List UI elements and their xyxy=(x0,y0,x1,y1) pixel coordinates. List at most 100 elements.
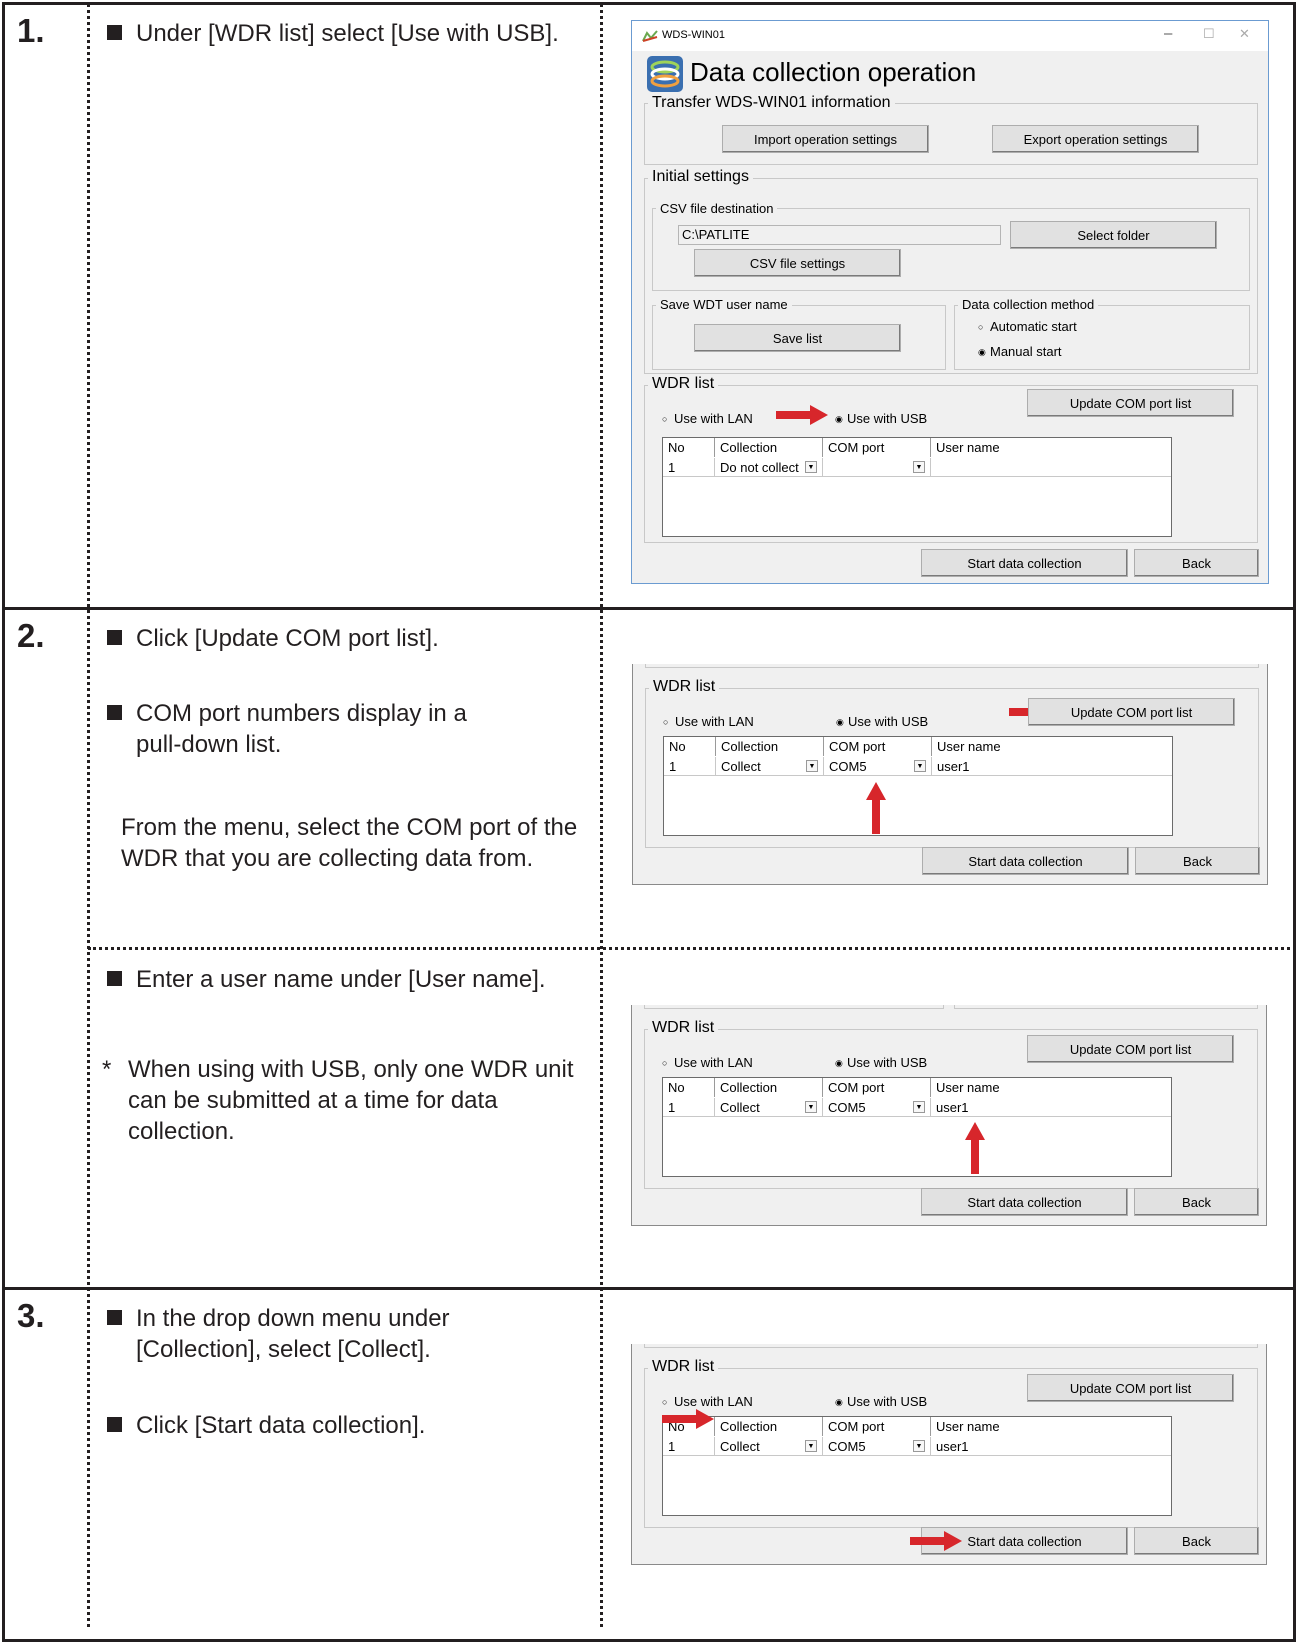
use-with-lan-radio[interactable]: ○ Use with LAN xyxy=(662,411,753,426)
wdr-table[interactable]: No Collection COM port User name 1 Colle… xyxy=(663,736,1173,836)
update-com-port-button[interactable]: Update COM port list xyxy=(1028,698,1235,726)
col-header-com-port: COM port xyxy=(823,438,931,457)
wdr-table[interactable]: No Collection COM port User name 1 Colle… xyxy=(662,1077,1172,1177)
bullet-square-icon xyxy=(107,25,122,40)
close-icon[interactable]: ✕ xyxy=(1239,26,1250,42)
col-header-com-port: COM port xyxy=(823,1078,931,1097)
col-header-collection: Collection xyxy=(715,438,823,457)
cell-user-name[interactable]: user1 xyxy=(931,1098,1171,1117)
use-with-usb-radio[interactable]: ◉ Use with USB xyxy=(835,1055,927,1070)
dropdown-arrow-icon[interactable]: ▼ xyxy=(913,461,925,473)
radio-off-icon: ○ xyxy=(662,1058,668,1068)
update-com-port-button[interactable]: Update COM port list xyxy=(1027,1035,1234,1063)
export-settings-button[interactable]: Export operation settings xyxy=(992,125,1199,153)
initial-settings-label: Initial settings xyxy=(648,168,753,186)
use-with-usb-radio[interactable]: ◉ Use with USB xyxy=(836,714,928,729)
dropdown-arrow-icon[interactable]: ▼ xyxy=(805,1101,817,1113)
radio-on-icon: ◉ xyxy=(978,347,986,357)
maximize-icon[interactable]: ☐ xyxy=(1203,26,1215,42)
method-group xyxy=(954,305,1250,370)
start-data-collection-button[interactable]: Start data collection xyxy=(922,847,1129,875)
radio-on-icon: ◉ xyxy=(835,1397,843,1407)
dropdown-arrow-icon[interactable]: ▼ xyxy=(913,1440,925,1452)
radio-on-icon: ◉ xyxy=(836,717,844,727)
cell-user-name[interactable]: user1 xyxy=(931,1437,1171,1456)
method-label: Data collection method xyxy=(958,297,1099,312)
wdr-table[interactable]: No Collection COM port User name 1 Colle… xyxy=(662,1416,1172,1516)
red-arrow-right-icon xyxy=(776,405,828,425)
back-button[interactable]: Back xyxy=(1134,549,1259,577)
step1-instruction: Under [WDR list] select [Use with USB]. xyxy=(107,18,562,49)
cell-com-port[interactable]: COM5 ▼ xyxy=(824,757,932,776)
update-com-port-button[interactable]: Update COM port list xyxy=(1027,1374,1234,1402)
cell-collection[interactable]: Collect ▼ xyxy=(716,757,824,776)
radio-off-icon: ○ xyxy=(663,717,669,727)
step-number-3: 3. xyxy=(17,1297,45,1334)
col-header-user-name: User name xyxy=(937,739,1001,754)
footnote-asterisk: * xyxy=(102,1056,112,1083)
use-with-usb-radio[interactable]: ◉ Use with USB xyxy=(835,1394,927,1409)
col-header-user-name: User name xyxy=(936,1419,1000,1434)
back-button[interactable]: Back xyxy=(1134,1188,1259,1216)
cell-user-name[interactable]: user1 xyxy=(932,757,1172,776)
title-bar: WDS-WIN01 – ☐ ✕ xyxy=(632,21,1268,51)
radio-off-icon: ○ xyxy=(978,322,984,332)
start-data-collection-button[interactable]: Start data collection xyxy=(921,549,1128,577)
dropdown-arrow-icon[interactable]: ▼ xyxy=(913,1101,925,1113)
update-com-port-button[interactable]: Update COM port list xyxy=(1027,389,1234,417)
dropdown-arrow-icon[interactable]: ▼ xyxy=(805,1440,817,1452)
dropdown-arrow-icon[interactable]: ▼ xyxy=(806,760,818,772)
select-folder-button[interactable]: Select folder xyxy=(1010,221,1217,249)
automatic-start-radio[interactable]: ○ Automatic start xyxy=(978,319,1077,334)
cell-user-name[interactable] xyxy=(931,458,1171,477)
cell-com-port[interactable]: ▼ xyxy=(823,458,931,477)
dropdown-arrow-icon[interactable]: ▼ xyxy=(805,461,817,473)
dialog-heading: Data collection operation xyxy=(690,57,977,87)
use-with-lan-radio[interactable]: ○ Use with LAN xyxy=(662,1055,753,1070)
cell-no: 1 xyxy=(663,1437,715,1456)
bullet-square-icon xyxy=(107,630,122,645)
bullet-square-icon xyxy=(107,705,122,720)
col-header-collection: Collection xyxy=(716,737,824,756)
subsection-divider xyxy=(88,947,1296,950)
use-with-lan-radio[interactable]: ○ Use with LAN xyxy=(663,714,754,729)
cell-collection[interactable]: Collect ▼ xyxy=(715,1437,823,1456)
radio-on-icon: ◉ xyxy=(835,414,843,424)
cell-collection[interactable]: Do not collect ▼ xyxy=(715,458,823,477)
cell-collection[interactable]: Collect ▼ xyxy=(715,1098,823,1117)
back-button[interactable]: Back xyxy=(1134,1527,1259,1555)
import-settings-button[interactable]: Import operation settings xyxy=(722,125,929,153)
red-arrow-up-icon xyxy=(866,782,886,834)
red-arrow-right-icon xyxy=(662,1409,714,1429)
manual-start-radio[interactable]: ◉ Manual start xyxy=(978,344,1062,359)
col-header-com-port: COM port xyxy=(823,1417,931,1436)
cell-com-port[interactable]: COM5 ▼ xyxy=(823,1098,931,1117)
wdr-table[interactable]: No Collection COM port User name 1 Do no… xyxy=(662,437,1172,537)
csv-file-settings-button[interactable]: CSV file settings xyxy=(694,249,901,277)
cell-com-port[interactable]: COM5 ▼ xyxy=(823,1437,931,1456)
use-with-usb-radio[interactable]: ◉ Use with USB xyxy=(835,411,927,426)
section-divider-1 xyxy=(2,607,1296,610)
col-header-user-name: User name xyxy=(936,440,1000,455)
minimize-icon[interactable]: – xyxy=(1164,25,1172,42)
dropdown-arrow-icon[interactable]: ▼ xyxy=(914,760,926,772)
save-list-button[interactable]: Save list xyxy=(694,324,901,352)
radio-off-icon: ○ xyxy=(662,1397,668,1407)
dialog-screenshot-full: WDS-WIN01 – ☐ ✕ Data collection operatio… xyxy=(631,20,1269,584)
cell-no: 1 xyxy=(663,1098,715,1117)
back-button[interactable]: Back xyxy=(1135,847,1260,875)
step2-instruction-2: COM port numbers display in a pull-down … xyxy=(107,698,497,760)
transfer-group-label: Transfer WDS-WIN01 information xyxy=(648,94,895,112)
col-header-no: No xyxy=(663,1078,715,1097)
use-with-lan-radio[interactable]: ○ Use with LAN xyxy=(662,1394,753,1409)
red-arrow-up-icon xyxy=(965,1122,985,1174)
start-data-collection-button[interactable]: Start data collection xyxy=(921,1188,1128,1216)
window-title: WDS-WIN01 xyxy=(662,29,725,41)
csv-path-input[interactable]: C:\PATLITE xyxy=(678,225,1001,245)
wdr-list-label: WDR list xyxy=(649,678,720,696)
col-header-collection: Collection xyxy=(715,1078,823,1097)
dialog-screenshot-update-com: WDR list ○ Use with LAN ◉ Use with USB Upd… xyxy=(632,664,1268,885)
section-divider-2 xyxy=(2,1287,1296,1290)
step3-instruction-2: Click [Start data collection]. xyxy=(107,1410,547,1441)
bullet-square-icon xyxy=(107,1417,122,1432)
